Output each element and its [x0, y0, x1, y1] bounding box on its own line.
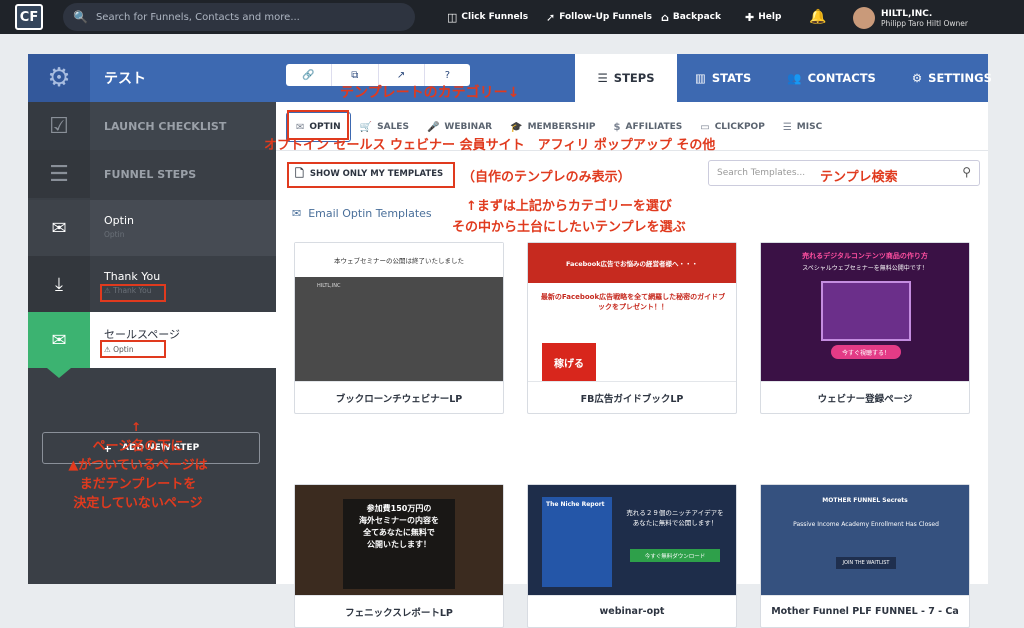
nav-help[interactable]: ✚ Help [745, 0, 781, 34]
popup-icon: ▭ [700, 121, 710, 133]
funnel-tabs: ☰ STEPS ▥ STATS 👥 CONTACTS ⚙ SETTINGS [575, 54, 1010, 102]
tab-stats[interactable]: ▥ STATS [677, 54, 769, 102]
template-card[interactable]: 売れるデジタルコンテンツ商品の作り方 スペシャルウェブセミナーを無料公開中です！… [760, 242, 970, 414]
funnel-steps-header: ☰ FUNNEL STEPS [28, 150, 276, 198]
highlight-optin-category [287, 110, 349, 140]
clickfunnels-icon: ◫ [447, 10, 458, 24]
funnel-settings-gear-icon[interactable]: ⚙ [28, 54, 90, 102]
section-title: ✉ Email Optin Templates [292, 207, 432, 220]
template-thumbnail: 本ウェブセミナーの公開は終了いたしました HILTL,INC [295, 243, 503, 381]
template-card[interactable]: The Niche Report 売れる２９個のニッチアイデアを あなたに無料で公… [527, 484, 737, 628]
annotation-template-search: テンプレ検索 [820, 170, 898, 185]
annotation-choose-template: その中から土台にしたいテンプレを選ぶ [452, 220, 686, 235]
top-navbar: CF 🔍 ◫Click Funnels ➚Follow-Up Funnels ⌂… [0, 0, 1024, 34]
avatar [853, 7, 875, 29]
download-icon: ⤓ [28, 256, 90, 312]
highlight-show-only [287, 162, 455, 188]
step-optin[interactable]: ✉ Optin Optin [28, 200, 276, 256]
template-thumbnail: 売れるデジタルコンテンツ商品の作り方 スペシャルウェブセミナーを無料公開中です！… [761, 243, 969, 381]
template-thumbnail: The Niche Report 売れる２９個のニッチアイデアを あなたに無料で公… [528, 485, 736, 595]
menu-icon: ☰ [28, 150, 90, 198]
bar-chart-icon: ▥ [695, 71, 706, 85]
highlight-thank-you-sub [100, 284, 166, 302]
template-thumbnail: MOTHER FUNNEL Secrets Passive Income Aca… [761, 485, 969, 595]
link-icon[interactable]: 🔗 [286, 64, 333, 86]
checkbox-icon: ☑ [28, 102, 90, 150]
tab-contacts[interactable]: 👥 CONTACTS [769, 54, 894, 102]
envelope-icon: ✉ [28, 312, 90, 368]
list-icon: ☰ [597, 71, 608, 85]
notifications-bell-icon[interactable]: 🔔 [809, 0, 826, 34]
user-menu[interactable]: HILTL,INC. Philipp Taro Hiltl Owner [853, 5, 1023, 31]
tab-settings[interactable]: ⚙ SETTINGS [894, 54, 1010, 102]
template-card[interactable]: 本ウェブセミナーの公開は終了いたしました HILTL,INC ブックローンチウェ… [294, 242, 504, 414]
template-card[interactable]: 参加費150万円の 海外セミナーの内容を 全てあなたに無料で 公開いたします！ フェニ… [294, 484, 504, 628]
active-step-pointer [47, 368, 71, 378]
template-card[interactable]: Facebook広告でお悩みの経営者様へ・・・ 最新のFacebook広告戦略を… [527, 242, 737, 414]
annotation-own-templates: （自作のテンプレのみ表示） [462, 170, 631, 185]
annotation-warning-note: ページ名の下に ▲がついているページは まだテンプレートを 決定していないページ [68, 439, 208, 511]
search-icon: 🔍 [73, 10, 88, 24]
tab-steps[interactable]: ☰ STEPS [575, 54, 677, 102]
global-search[interactable]: 🔍 [63, 3, 415, 31]
clickfunnels-logo[interactable]: CF [15, 4, 43, 30]
gear-icon: ⚙ [911, 71, 923, 85]
cart-icon: 🛒 [359, 121, 373, 133]
users-icon: 👥 [787, 71, 802, 85]
envelope-icon: ✉ [28, 200, 90, 256]
search-icon: ⚲ [962, 165, 971, 179]
user-name-role: Philipp Taro Hiltl Owner [881, 18, 968, 28]
template-thumbnail: 参加費150万円の 海外セミナーの内容を 全てあなたに無料で 公開いたします！ [295, 485, 503, 595]
dollar-icon: $ [613, 121, 621, 133]
launch-checklist[interactable]: ☑ LAUNCH CHECKLIST [28, 102, 276, 150]
help-icon: ✚ [745, 10, 755, 24]
nav-click-funnels[interactable]: ◫ Click Funnels [447, 0, 528, 34]
nav-follow-up-funnels[interactable]: ➚ Follow-Up Funnels [546, 0, 652, 34]
highlight-sales-page-sub [100, 340, 166, 358]
annotation-arrow-up: ↑ [131, 420, 142, 434]
annotation-category-title: テンプレートのカテゴリー↓ [340, 85, 520, 101]
graduation-cap-icon: 🎓 [510, 121, 523, 133]
microphone-icon: 🎤 [426, 121, 440, 133]
company-name: HILTL,INC. [881, 8, 933, 19]
rocket-icon: ➚ [546, 10, 556, 24]
funnel-title: テスト [104, 71, 146, 87]
category-misc[interactable]: ☰ MISC [774, 112, 831, 142]
template-card[interactable]: MOTHER FUNNEL Secrets Passive Income Aca… [760, 484, 970, 628]
backpack-icon: ⌂ [661, 10, 669, 24]
template-thumbnail: Facebook広告でお悩みの経営者様へ・・・ 最新のFacebook広告戦略を… [528, 243, 736, 381]
envelope-icon: ✉ [292, 207, 302, 220]
annotation-choose-category: ↑まずは上記からカテゴリーを選び [466, 199, 672, 214]
global-search-input[interactable] [95, 11, 396, 23]
nav-backpack[interactable]: ⌂ Backpack [661, 0, 721, 34]
list-icon: ☰ [782, 121, 792, 133]
